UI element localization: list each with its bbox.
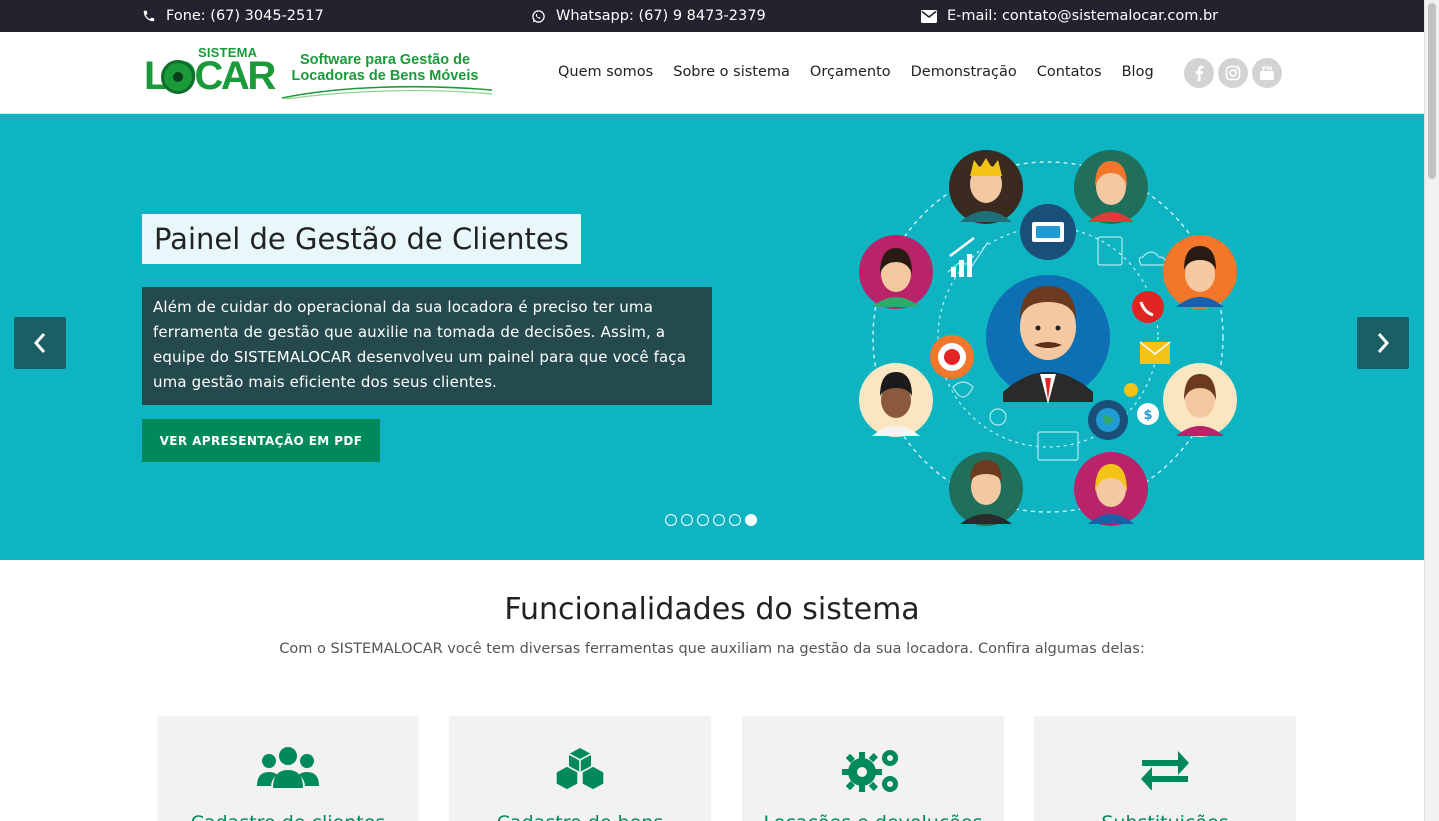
whatsapp-contact[interactable]: Whatsapp: (67) 9 8473-2379 xyxy=(531,0,766,32)
envelope-icon xyxy=(921,9,937,23)
target-icon xyxy=(930,335,974,379)
feature-label-substituicoes: Substituições xyxy=(1034,812,1296,821)
avatar-right-lower xyxy=(1163,363,1237,437)
instagram-icon[interactable] xyxy=(1218,58,1248,88)
carousel-dot-2[interactable] xyxy=(681,514,693,526)
pdf-presentation-button[interactable]: VER APRESENTAÇÃO EM PDF xyxy=(142,419,380,462)
feature-card-substituicoes[interactable]: Substituições xyxy=(1034,716,1296,821)
dollar-coin-icon: $ xyxy=(1124,383,1159,425)
avatar-bottom-left xyxy=(949,452,1023,526)
avatar-top-right xyxy=(1074,150,1148,224)
social-links xyxy=(1184,58,1282,88)
logo-tagline-line-1: Software para Gestão de xyxy=(299,52,471,68)
carousel-dot-5[interactable] xyxy=(729,514,741,526)
exchange-icon xyxy=(1034,746,1296,790)
hero-title: Painel de Gestão de Clientes xyxy=(142,214,581,264)
logo-tagline: Software para Gestão de Locadoras de Ben… xyxy=(280,52,490,84)
center-person-avatar xyxy=(986,275,1110,404)
avatar-right-upper xyxy=(1163,235,1237,309)
logo-swoosh-icon xyxy=(281,85,493,100)
facebook-icon[interactable] xyxy=(1184,58,1214,88)
feature-card-locacoes[interactable]: Locações e devoluções xyxy=(742,716,1004,821)
phone-icon xyxy=(142,9,156,23)
nav-demonstracao[interactable]: Demonstração xyxy=(911,64,1017,80)
avatar-top-left xyxy=(949,150,1023,224)
phone-text: Fone: (67) 3045-2517 xyxy=(166,8,324,24)
envelope-illus-icon xyxy=(1139,341,1171,364)
carousel-dot-4[interactable] xyxy=(713,514,725,526)
feature-card-bens[interactable]: Cadastro de bens xyxy=(449,716,711,821)
features-title: Funcionalidades do sistema xyxy=(504,592,920,627)
email-contact[interactable]: E-mail: contato@sistemalocar.com.br xyxy=(921,0,1218,32)
youtube-icon[interactable] xyxy=(1252,58,1282,88)
cubes-icon xyxy=(449,746,711,790)
chevron-left-icon xyxy=(33,333,46,353)
gears-icon xyxy=(742,746,1004,796)
site-header: SISTEMA LOCAR Software para Gestão de Lo… xyxy=(0,32,1424,114)
customer-network-illustration: $ xyxy=(859,150,1237,526)
chevron-right-icon xyxy=(1377,333,1390,353)
nav-blog[interactable]: Blog xyxy=(1122,64,1154,80)
carousel-indicators xyxy=(665,514,757,526)
logo-target-icon xyxy=(161,60,195,94)
svg-text:$: $ xyxy=(1143,408,1152,423)
hero-carousel: Painel de Gestão de Clientes Além de cui… xyxy=(0,114,1424,560)
site-logo[interactable]: SISTEMA LOCAR Software para Gestão de Lo… xyxy=(144,44,494,104)
hero-description: Além de cuidar do operacional da sua loc… xyxy=(142,287,712,405)
nav-orcamento[interactable]: Orçamento xyxy=(810,64,891,80)
feature-card-clientes[interactable]: Cadastro de clientes xyxy=(157,716,419,821)
carousel-dot-3[interactable] xyxy=(697,514,709,526)
scrollbar-thumb[interactable] xyxy=(1428,3,1436,179)
features-subtitle: Com o SISTEMALOCAR você tem diversas fer… xyxy=(279,641,1145,657)
carousel-prev-button[interactable] xyxy=(14,317,66,369)
globe-icon xyxy=(1088,400,1128,440)
nav-contatos[interactable]: Contatos xyxy=(1037,64,1102,80)
phone-contact[interactable]: Fone: (67) 3045-2517 xyxy=(142,0,324,32)
feature-label-bens: Cadastro de bens xyxy=(449,812,711,821)
feature-label-clientes: Cadastro de clientes xyxy=(157,812,419,821)
carousel-dot-6[interactable] xyxy=(745,514,757,526)
top-contact-bar: Fone: (67) 3045-2517 Whatsapp: (67) 9 84… xyxy=(0,0,1424,32)
carousel-dot-1[interactable] xyxy=(665,514,677,526)
main-nav: Quem somos Sobre o sistema Orçamento Dem… xyxy=(558,64,1154,80)
avatar-left-lower xyxy=(859,363,933,437)
nav-quem-somos[interactable]: Quem somos xyxy=(558,64,653,80)
page-scrollbar[interactable] xyxy=(1424,0,1439,821)
whatsapp-text: Whatsapp: (67) 9 8473-2379 xyxy=(556,8,766,24)
email-text: E-mail: contato@sistemalocar.com.br xyxy=(947,8,1219,24)
phone-24-icon xyxy=(1132,291,1164,323)
avatar-bottom-right xyxy=(1074,452,1148,526)
money-card-icon xyxy=(1020,204,1076,260)
whatsapp-icon xyxy=(531,9,546,24)
avatar-left-upper xyxy=(859,235,933,309)
users-icon xyxy=(157,746,419,790)
feature-label-locacoes: Locações e devoluções xyxy=(742,812,1004,821)
carousel-next-button[interactable] xyxy=(1357,317,1409,369)
chart-growth-icon xyxy=(949,237,975,277)
nav-sobre-o-sistema[interactable]: Sobre o sistema xyxy=(673,64,790,80)
